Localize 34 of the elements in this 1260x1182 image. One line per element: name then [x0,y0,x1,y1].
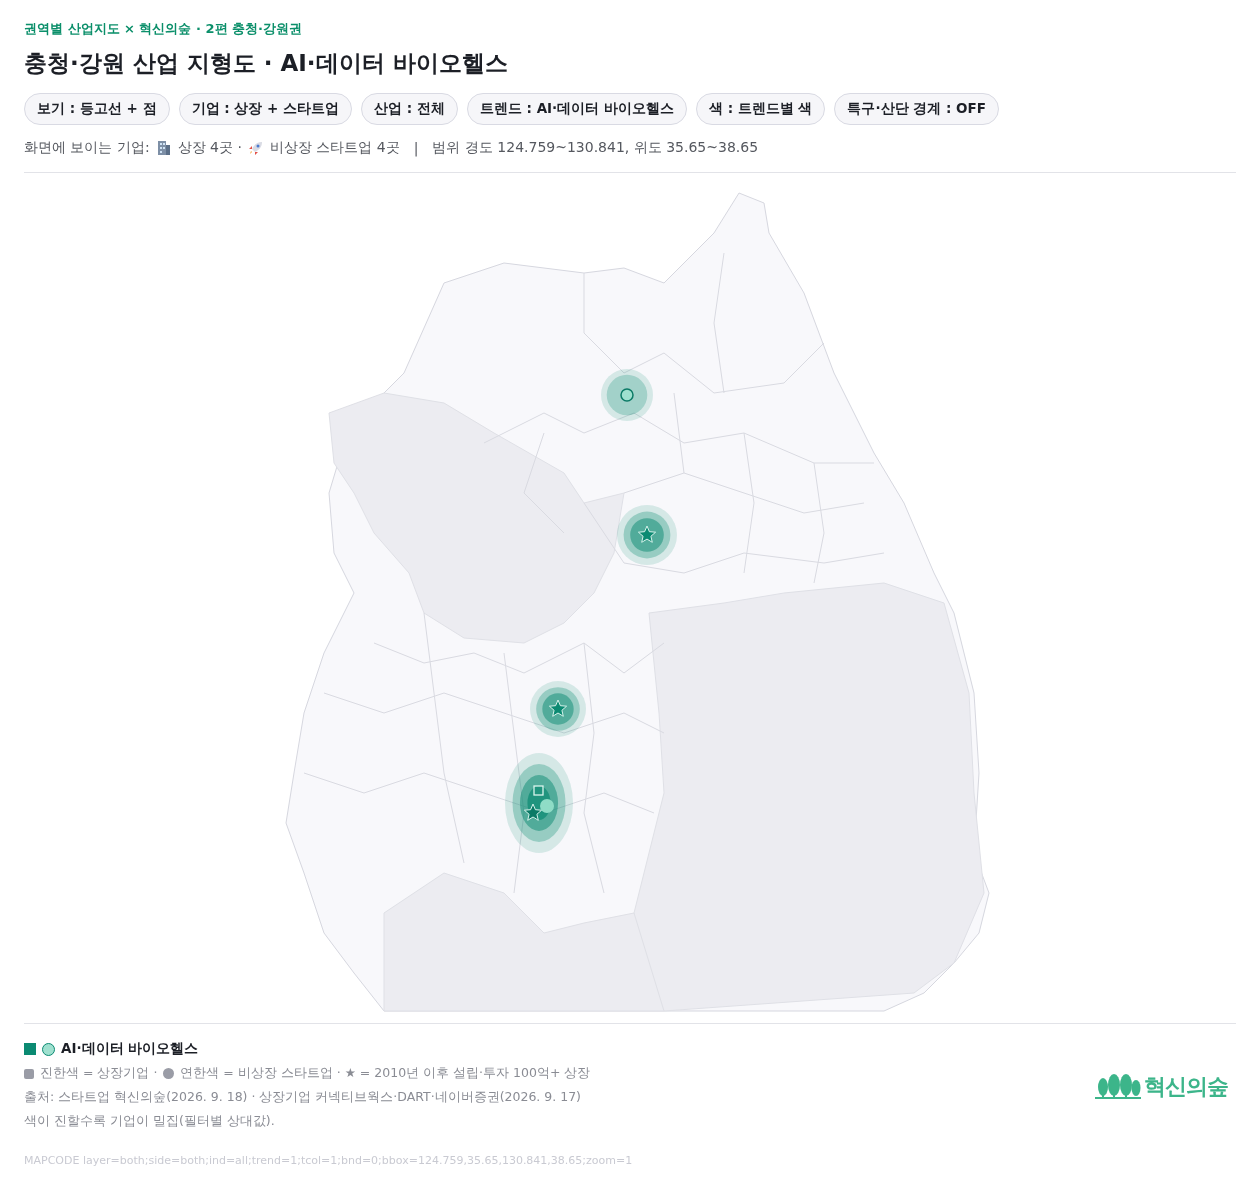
filter-chip[interactable]: 트렌드 : AI·데이터 바이오헬스 [466,93,687,125]
legend-key: 진한색 = 상장기업 · [40,1065,158,1082]
star-marker-icon [548,699,568,717]
square-key-icon [24,1068,34,1079]
density-hotspot [617,505,677,565]
separator-text: | [413,140,419,156]
trees-logo-icon [1095,1073,1141,1101]
series-label: 권역별 산업지도 × 혁신의숲 · 2편 충청·강원권 [24,20,302,38]
startup-count: 비상장 스타트업 4곳 [269,139,400,157]
startup-swatch-icon [42,1042,55,1056]
summary-label: 화면에 보이는 기업: [24,139,150,157]
star-marker-icon [637,525,657,543]
listed-count: 상장 4곳 · [177,139,242,157]
filter-chip[interactable]: 특구·산단 경계 : OFF [834,93,999,125]
building-icon [155,140,172,156]
filter-chip[interactable]: 색 : 트렌드별 색 [695,93,826,125]
legend-key: 연한색 = 비상장 스타트업 · ★ = 2010년 이후 설립·투자 100억+ 상장 [180,1065,591,1082]
rocket-icon [247,140,264,156]
filter-chip[interactable]: 산업 : 전체 [361,93,458,125]
filter-chip[interactable]: 보기 : 등고선 + 점 [24,93,170,125]
startup-marker-icon [540,799,554,813]
legend-note: 출처: 스타트업 혁신의숲(2026. 9. 18) · 상장기업 커넥티브웍스·DART·네이버증권(2026. 9. 17) [24,1089,581,1104]
brand-logo-text: 혁신의숲 [1144,1073,1228,1101]
density-hotspot [601,369,653,421]
page-title: 충청·강원 산업 지형도 · AI·데이터 바이오헬스 [24,49,508,78]
listed-marker-icon [533,785,544,796]
filter-chip[interactable]: 기업 : 상장 + 스타트업 [178,93,353,125]
density-hotspot [530,681,586,737]
range-text: 범위 경도 124.759~130.841, 위도 35.65~38.65 [432,139,759,157]
legend-note: 색이 진할수록 기업이 밀집(필터별 상대값). [24,1113,275,1128]
star-marker-icon [523,803,543,821]
trend-label: AI·데이터 바이오헬스 [61,1040,199,1058]
circle-key-icon [163,1068,175,1079]
startup-marker-icon [620,388,634,402]
